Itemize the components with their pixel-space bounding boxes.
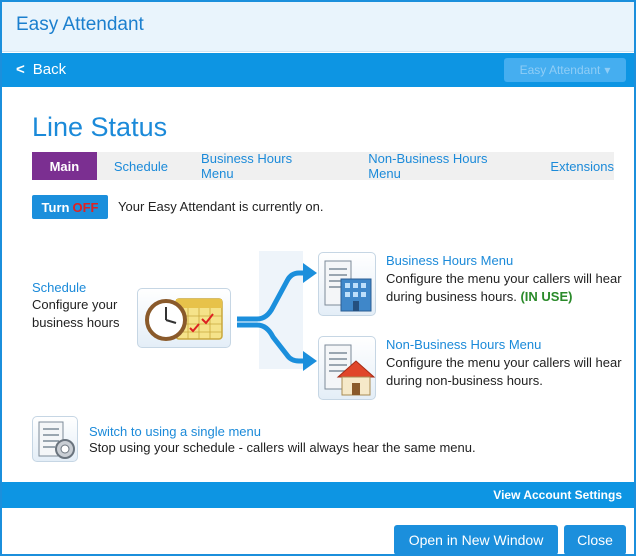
non-business-hours-description: Configure the menu your callers will hea… [386, 355, 622, 388]
back-button[interactable]: < Back [16, 61, 66, 78]
view-account-settings-link[interactable]: View Account Settings [493, 488, 622, 502]
chevron-left-icon: < [16, 61, 25, 78]
dialog-window: Easy Attendant < Back Easy Attendant ▾ L… [0, 0, 636, 556]
single-menu-description: Stop using your schedule - callers will … [89, 440, 476, 455]
title-bar: Easy Attendant [2, 2, 634, 52]
nav-bar: < Back Easy Attendant ▾ [2, 53, 634, 87]
business-hours-description: Configure the menu your callers will hea… [386, 270, 626, 306]
non-business-hours-menu-link[interactable]: Non-Business Hours Menu [386, 337, 541, 352]
tab-bar: Main Schedule Business Hours Menu Non-Bu… [32, 151, 614, 181]
page-title: Line Status [32, 112, 168, 142]
tab-main[interactable]: Main [32, 152, 97, 180]
in-use-badge: (IN USE) [520, 289, 573, 304]
office-building-icon[interactable] [318, 252, 376, 316]
single-menu-link[interactable]: Switch to using a single menu [89, 424, 261, 439]
schedule-description: Configure your business hours [32, 297, 120, 330]
open-new-window-button[interactable]: Open in New Window [394, 525, 558, 555]
turn-label: Turn [41, 199, 70, 215]
status-message: Your Easy Attendant is currently on. [118, 199, 324, 214]
schedule-link[interactable]: Schedule [32, 280, 86, 295]
business-hours-menu-link[interactable]: Business Hours Menu [386, 253, 513, 268]
clock-calendar-icon[interactable] [137, 288, 231, 348]
single-menu-icon[interactable] [32, 416, 78, 462]
dropdown-label: Easy Attendant [519, 63, 601, 77]
caret-down-icon: ▾ [604, 63, 611, 77]
turn-off-button[interactable]: Turn OFF [32, 195, 108, 219]
tab-schedule[interactable]: Schedule [114, 152, 168, 180]
close-button[interactable]: Close [564, 525, 626, 555]
business-hours-text: Configure the menu your callers will hea… [386, 271, 622, 304]
back-label: Back [32, 61, 67, 78]
attendant-dropdown[interactable]: Easy Attendant ▾ [504, 58, 626, 82]
app-title: Easy Attendant [16, 14, 144, 35]
branch-arrows-icon [237, 251, 317, 371]
footer-bar: View Account Settings [2, 482, 634, 508]
tab-non-business-hours-menu[interactable]: Non-Business Hours Menu [368, 151, 516, 181]
off-label: OFF [72, 199, 99, 215]
tab-extensions[interactable]: Extensions [550, 152, 614, 180]
house-icon[interactable] [318, 336, 376, 400]
tab-business-hours-menu[interactable]: Business Hours Menu [201, 151, 322, 181]
